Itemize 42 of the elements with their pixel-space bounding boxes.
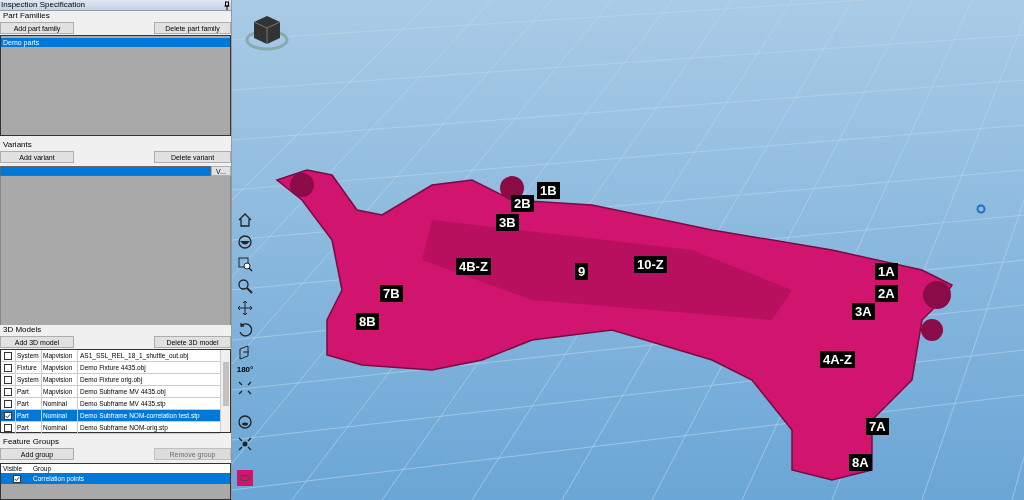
center-view-icon[interactable]	[237, 436, 253, 452]
reset-view-icon[interactable]	[237, 414, 253, 430]
home-icon[interactable]	[237, 212, 253, 228]
target-circle-icon	[976, 204, 986, 214]
feature-label: 1A	[875, 263, 898, 280]
checkbox[interactable]	[4, 411, 12, 420]
feature-label: 10-Z	[634, 256, 667, 273]
feature-label: 7A	[866, 418, 889, 435]
fit-view-icon[interactable]	[237, 380, 253, 396]
feature-label: 1B	[537, 182, 560, 199]
navigation-cube-icon[interactable]	[245, 16, 289, 51]
panel-title: Inspection Specification	[1, 1, 86, 9]
rotate-180-button[interactable]: 180°	[236, 366, 254, 374]
link-toggle-icon[interactable]	[237, 470, 253, 486]
feature-label: 4B-Z	[456, 258, 491, 275]
scrollbar[interactable]	[220, 350, 230, 432]
feature-label: 8B	[356, 313, 379, 330]
checkbox[interactable]	[4, 363, 12, 372]
checkbox[interactable]	[4, 351, 12, 360]
feature-label: 3A	[852, 303, 875, 320]
checkbox[interactable]	[13, 474, 21, 483]
section-heading: Feature Groups	[2, 438, 61, 446]
checkbox[interactable]	[4, 423, 12, 432]
feature-label: 3B	[496, 214, 519, 231]
section-heading: Part Families	[2, 12, 51, 20]
rotate-icon[interactable]	[237, 322, 253, 338]
eye-icon[interactable]	[237, 234, 253, 250]
section-heading: Variants	[2, 141, 33, 149]
feature-label: 4A-Z	[820, 351, 855, 368]
section-heading: 3D Models	[2, 326, 43, 334]
feature-label: 7B	[380, 285, 403, 302]
move-arrows-icon[interactable]	[237, 300, 253, 316]
feature-label: 9	[575, 263, 589, 280]
feature-label: 2B	[511, 195, 534, 212]
feature-label: 2A	[875, 285, 898, 302]
search-icon[interactable]	[237, 278, 253, 294]
zoom-window-icon[interactable]	[237, 256, 253, 272]
checkbox[interactable]	[4, 375, 12, 384]
feature-label: 8A	[849, 454, 872, 471]
pin-icon[interactable]	[224, 0, 230, 10]
checkbox[interactable]	[4, 387, 12, 396]
checkbox[interactable]	[4, 399, 12, 408]
